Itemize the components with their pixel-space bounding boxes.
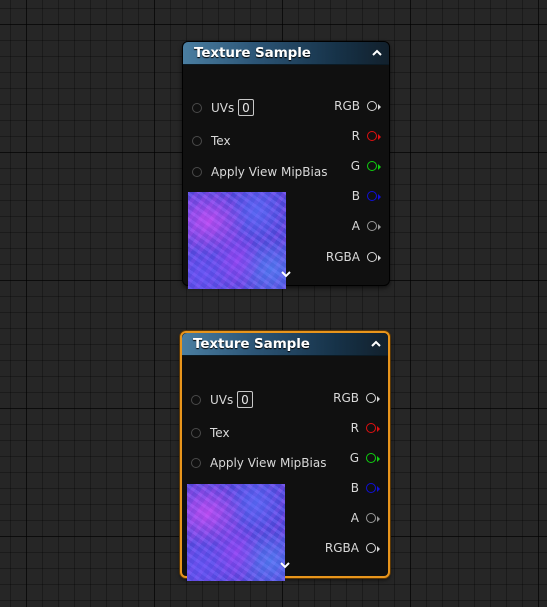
pin-arrow-icon	[378, 194, 381, 200]
output-pin-b[interactable]: B	[290, 480, 380, 496]
pin-label: G	[350, 159, 360, 173]
pin-circle-icon[interactable]	[366, 513, 376, 523]
pin-label: B	[351, 189, 360, 203]
pin-circle-icon[interactable]	[366, 393, 376, 403]
pin-circle-icon[interactable]	[191, 395, 201, 405]
pin-circle-icon[interactable]	[192, 136, 202, 146]
pin-label: RGBA	[324, 541, 359, 555]
node-header[interactable]: Texture Sample	[183, 42, 389, 65]
texture-sample-node-2[interactable]: Texture Sample UVs 0 Tex Apply View MipB…	[180, 331, 390, 581]
pin-label: A	[351, 219, 360, 233]
pin-label: Tex	[211, 134, 231, 148]
pin-circle-icon[interactable]	[367, 161, 377, 171]
output-pin-rgb[interactable]: RGB	[291, 98, 381, 114]
pin-arrow-icon	[377, 426, 380, 432]
output-pin-rgb[interactable]: RGB	[290, 390, 380, 406]
pin-circle-icon[interactable]	[192, 103, 202, 113]
pin-circle-icon[interactable]	[367, 252, 377, 262]
node-body: UVs 0 Tex Apply View MipBias RGB R G B A…	[182, 356, 388, 581]
node-body: UVs 0 Tex Apply View MipBias RGB R G B A…	[183, 65, 389, 289]
pin-circle-icon[interactable]	[367, 131, 377, 141]
pin-label: RGB	[334, 99, 360, 113]
pin-label: UVs	[210, 393, 234, 407]
pin-arrow-icon	[377, 546, 380, 552]
pin-circle-icon[interactable]	[367, 221, 377, 231]
texture-preview-image	[187, 484, 285, 581]
pin-arrow-icon	[378, 224, 381, 230]
pin-label: B	[350, 481, 359, 495]
pin-arrow-icon	[377, 516, 380, 522]
pin-circle-icon[interactable]	[366, 483, 376, 493]
pin-arrow-icon	[377, 456, 380, 462]
pin-label: RGBA	[325, 250, 360, 264]
node-title: Texture Sample	[194, 45, 311, 61]
output-pin-r[interactable]: R	[290, 420, 380, 436]
pin-circle-icon[interactable]	[366, 423, 376, 433]
output-pin-rgba[interactable]: RGBA	[291, 249, 381, 265]
texture-preview-image	[188, 192, 286, 289]
pin-circle-icon[interactable]	[191, 458, 201, 468]
chevron-up-icon[interactable]	[369, 337, 383, 351]
pin-circle-icon[interactable]	[366, 453, 376, 463]
output-pin-r[interactable]: R	[291, 128, 381, 144]
pin-circle-icon[interactable]	[367, 191, 377, 201]
pin-circle-icon[interactable]	[192, 167, 202, 177]
pin-label: RGB	[333, 391, 359, 405]
output-pin-a[interactable]: A	[290, 510, 380, 526]
texture-sample-node-1[interactable]: Texture Sample UVs 0 Tex Apply View MipB…	[182, 41, 390, 289]
output-pin-b[interactable]: B	[291, 188, 381, 204]
pin-arrow-icon	[378, 255, 381, 261]
pin-arrow-icon	[378, 134, 381, 140]
pin-circle-icon[interactable]	[367, 101, 377, 111]
pin-label: R	[350, 421, 359, 435]
uvs-value-field[interactable]: 0	[237, 391, 253, 408]
chevron-up-icon[interactable]	[370, 46, 384, 60]
pin-label: UVs	[211, 101, 235, 115]
pin-label: Tex	[210, 426, 230, 440]
output-pin-rgba[interactable]: RGBA	[290, 540, 380, 556]
pin-label: R	[351, 129, 360, 143]
pin-circle-icon[interactable]	[191, 428, 201, 438]
pin-arrow-icon	[378, 104, 381, 110]
node-title: Texture Sample	[193, 336, 310, 352]
pin-arrow-icon	[377, 486, 380, 492]
chevron-down-icon[interactable]	[279, 560, 291, 570]
uvs-value-field[interactable]: 0	[238, 99, 254, 116]
pin-arrow-icon	[377, 396, 380, 402]
pin-arrow-icon	[378, 164, 381, 170]
output-pin-g[interactable]: G	[291, 158, 381, 174]
output-pin-a[interactable]: A	[291, 218, 381, 234]
node-header[interactable]: Texture Sample	[182, 333, 388, 356]
pin-label: A	[350, 511, 359, 525]
chevron-down-icon[interactable]	[280, 269, 292, 279]
pin-circle-icon[interactable]	[366, 543, 376, 553]
output-pin-g[interactable]: G	[290, 450, 380, 466]
pin-label: G	[349, 451, 359, 465]
